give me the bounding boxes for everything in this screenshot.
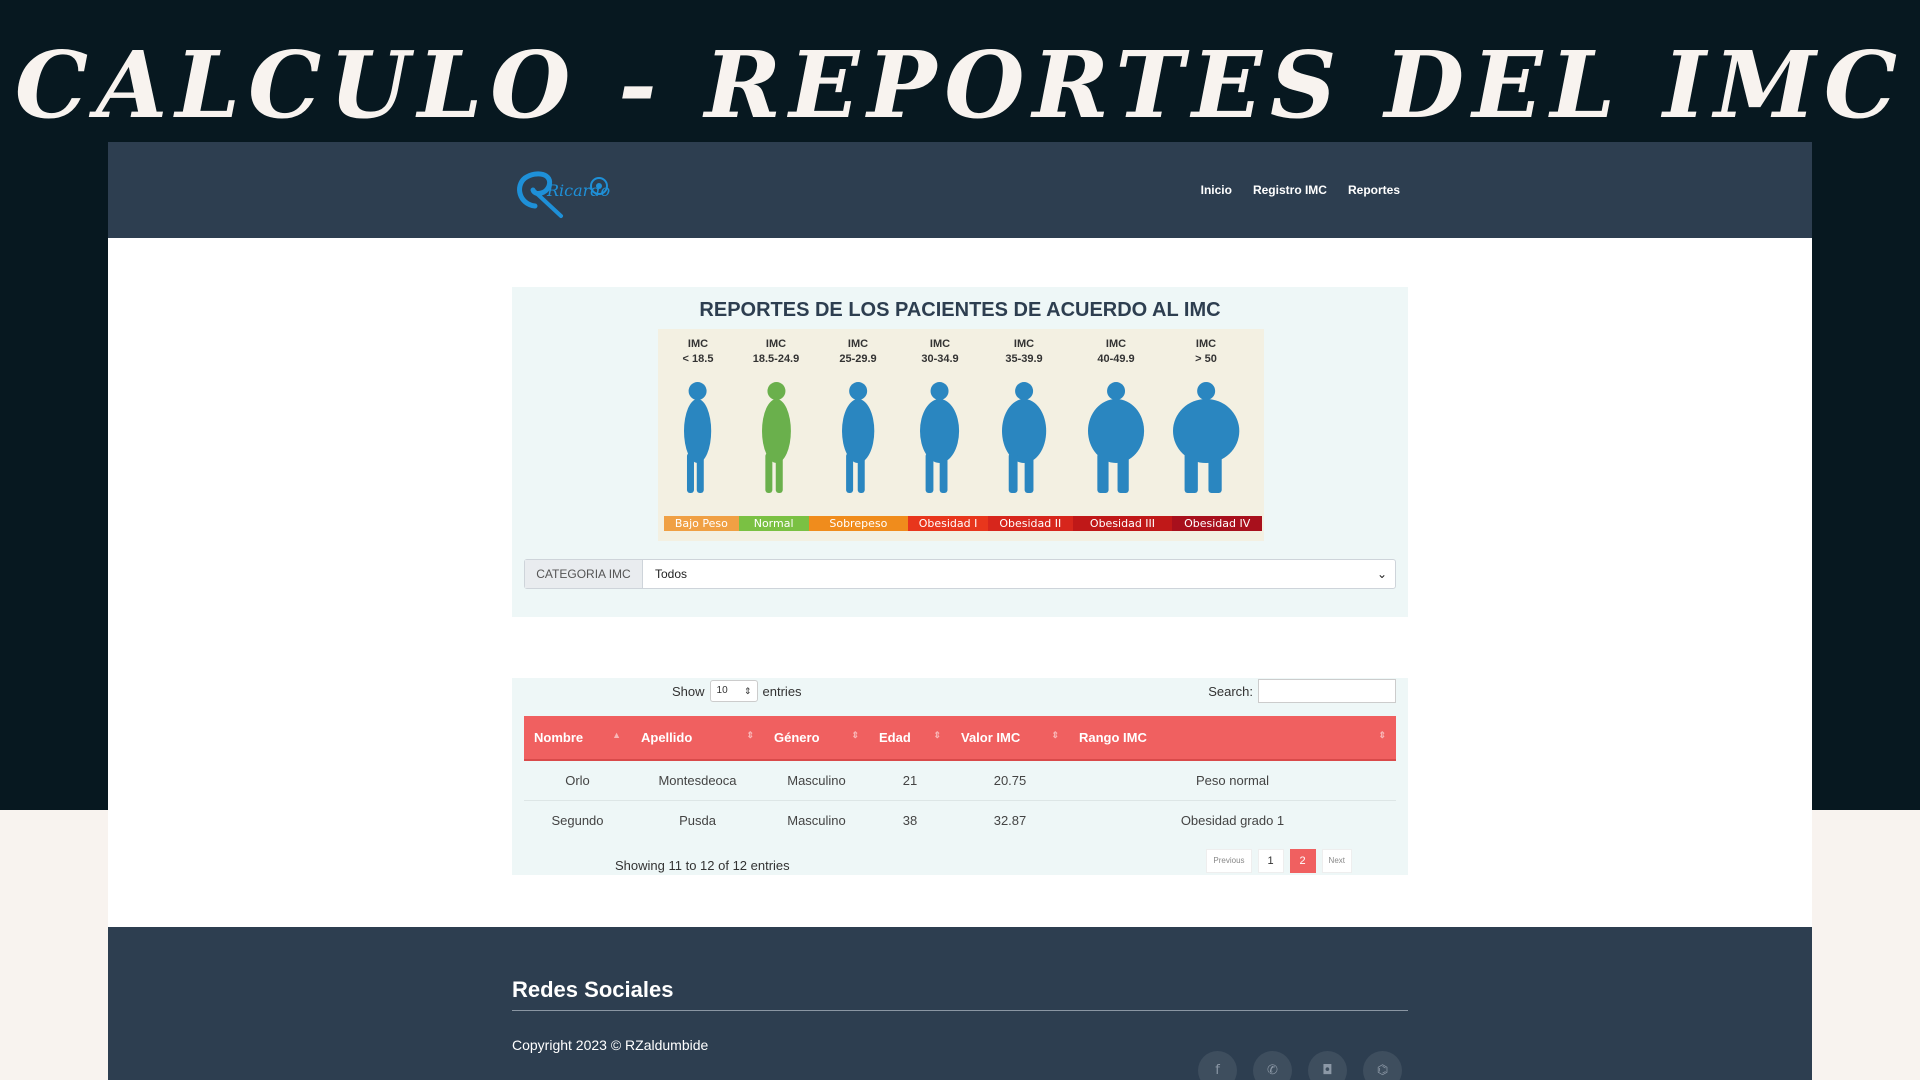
column-header-label: Edad [879, 730, 911, 745]
imc-category-label: Obesidad I [908, 516, 988, 531]
body-silhouette-icon [761, 382, 791, 493]
pagination-previous[interactable]: Previous [1206, 849, 1252, 873]
sort-icon: ▲ [612, 730, 621, 740]
column-header[interactable]: Rango IMC ⇕ [1069, 716, 1396, 761]
footer-title: Redes Sociales [512, 977, 674, 1002]
report-panel: REPORTES DE LOS PACIENTES DE ACUERDO AL … [512, 287, 1408, 617]
body-silhouette-icon [684, 382, 712, 493]
table-cell: Obesidad grado 1 [1180, 812, 1285, 828]
social-links: f ✆ ◘ ⌬ [1198, 1051, 1402, 1080]
column-header[interactable]: Apellido ⇕ [631, 716, 764, 761]
imc-category-bar: Bajo Peso Normal Sobrepeso Obesidad I Obesid… [664, 516, 1263, 531]
nav-link-reportes[interactable]: Reportes [1348, 183, 1400, 197]
pagination-next[interactable]: Next [1321, 849, 1352, 873]
column-header[interactable]: Nombre ▲ [524, 716, 631, 761]
whatsapp-icon[interactable]: ✆ [1253, 1051, 1292, 1080]
banner-title: CALCULO - REPORTES DEL IMC [14, 31, 1906, 139]
table-cell: Peso normal [1069, 760, 1396, 801]
instagram-icon[interactable]: ◘ [1308, 1051, 1347, 1080]
body-silhouette-icon [920, 382, 960, 493]
facebook-icon[interactable]: f [1198, 1051, 1237, 1080]
copyright-text: Copyright 2023 © RZaldumbide [512, 1037, 709, 1053]
imc-category-label: Obesidad II [987, 516, 1073, 531]
pagination-page-2[interactable]: 2 [1289, 849, 1316, 873]
sort-arrows-icon: ⇕ [743, 686, 752, 696]
column-header-label: Género [774, 730, 820, 745]
github-icon[interactable]: ⌬ [1363, 1051, 1402, 1080]
pagination: Previous 1 2 Next [1206, 849, 1352, 873]
nav-link-registro-imc[interactable]: Registro IMC [1253, 183, 1327, 197]
sort-icon: ⇕ [933, 730, 941, 740]
categoria-imc-select[interactable]: Todos ⌄ [643, 560, 1395, 588]
pagination-page-1[interactable]: 1 [1257, 849, 1284, 873]
search-input[interactable] [1258, 679, 1396, 703]
imc-range-label: IMC 35-39.9 [1005, 338, 1043, 365]
column-header-label: Nombre [534, 730, 584, 745]
table-row: Orlo Montesdeoca Masculino 21 20.75 Peso norm… [524, 760, 1396, 801]
sort-icon: ⇕ [851, 730, 859, 740]
imc-category-label: Bajo Peso [664, 516, 739, 531]
report-title: REPORTES DE LOS PACIENTES DE ACUERDO AL … [699, 299, 1221, 321]
imc-categories-image: Bajo Peso Normal Sobrepeso Obesidad I Obesid… [658, 329, 1264, 541]
categoria-imc-label: CATEGORIA IMC [525, 560, 643, 588]
page-length-select[interactable]: 10 ⇕ [709, 680, 758, 702]
table-cell: 32.87 [993, 812, 1027, 828]
show-label: Show [672, 683, 705, 699]
website-screenshot: Ricardo Inicio Registro IMC Reportes REP… [108, 142, 1812, 1080]
column-header-label: Apellido [641, 730, 693, 745]
imc-category-label: Sobrepeso [808, 516, 909, 531]
table-row: Segundo Pusda Masculino 38 32.87 Obesidad gra… [524, 800, 1396, 840]
footer-divider [512, 1010, 1408, 1011]
nav-link-inicio[interactable]: Inicio [1201, 183, 1232, 197]
table-cell: Masculino [787, 812, 846, 828]
table-cell: Segundo [551, 812, 604, 828]
body-silhouette-icon [1172, 382, 1240, 493]
imc-category-label: Obesidad III [1072, 516, 1173, 531]
patients-table: Nombre ▲ Apellido ⇕ Género ⇕ Edad ⇕ Valor IMC ⇕ Ra… [524, 716, 1396, 840]
table-search: Search: [1208, 678, 1396, 704]
table-cell: Montesdeoca [631, 760, 764, 801]
sort-icon: ⇕ [1051, 730, 1059, 740]
categoria-imc-filter: CATEGORIA IMC Todos ⌄ [524, 559, 1396, 589]
table-cell: 38 [902, 812, 918, 828]
nav-links: Inicio Registro IMC Reportes [1201, 142, 1400, 238]
imc-category-label: Obesidad IV [1172, 516, 1263, 531]
chevron-down-icon: ⌄ [1376, 567, 1387, 581]
body-silhouette-icon [1087, 382, 1145, 493]
patients-table-panel: Show 10 ⇕ entries Search: Nombre ▲ Apellid… [512, 678, 1408, 875]
table-header-row: Nombre ▲ Apellido ⇕ Género ⇕ Edad ⇕ Valor IMC ⇕ Ra… [524, 716, 1396, 761]
table-body: Orlo Montesdeoca Masculino 21 20.75 Peso norm… [524, 760, 1396, 840]
sort-icon: ⇕ [1378, 730, 1386, 740]
table-cell: 20.75 [951, 760, 1069, 801]
categoria-imc-value: Todos [655, 567, 688, 581]
column-header-label: Valor IMC [961, 730, 1021, 745]
show-entries: Show 10 ⇕ entries [672, 678, 802, 704]
table-cell: Pusda [679, 812, 716, 828]
search-label: Search: [1208, 683, 1253, 699]
column-header-label: Rango IMC [1079, 730, 1147, 745]
body-silhouette-icon [1001, 382, 1047, 493]
navbar: Ricardo Inicio Registro IMC Reportes [108, 142, 1812, 238]
imc-range-label: IMC 25-29.9 [839, 338, 877, 365]
table-cell: 21 [869, 760, 951, 801]
column-header[interactable]: Valor IMC ⇕ [951, 716, 1069, 761]
sort-icon: ⇕ [746, 730, 754, 740]
entries-label: entries [762, 683, 802, 699]
table-cell: Masculino [764, 760, 869, 801]
footer: Redes Sociales Copyright 2023 © RZaldumb… [108, 927, 1812, 1080]
body-silhouette-icon [841, 382, 875, 493]
column-header[interactable]: Género ⇕ [764, 716, 869, 761]
logo[interactable]: Ricardo [513, 160, 625, 220]
imc-range-label: IMC 40-49.9 [1097, 338, 1135, 365]
column-header[interactable]: Edad ⇕ [869, 716, 951, 761]
page-length-value: 10 [716, 685, 728, 696]
imc-range-label: IMC > 50 [1195, 338, 1217, 365]
imc-range-label: IMC < 18.5 [682, 338, 714, 365]
imc-range-label: IMC 30-34.9 [921, 338, 959, 365]
imc-category-label: Normal [738, 516, 809, 531]
table-cell: Orlo [524, 760, 631, 801]
table-info: Showing 11 to 12 of 12 entries [615, 858, 790, 873]
imc-range-label: IMC 18.5-24.9 [752, 338, 800, 365]
